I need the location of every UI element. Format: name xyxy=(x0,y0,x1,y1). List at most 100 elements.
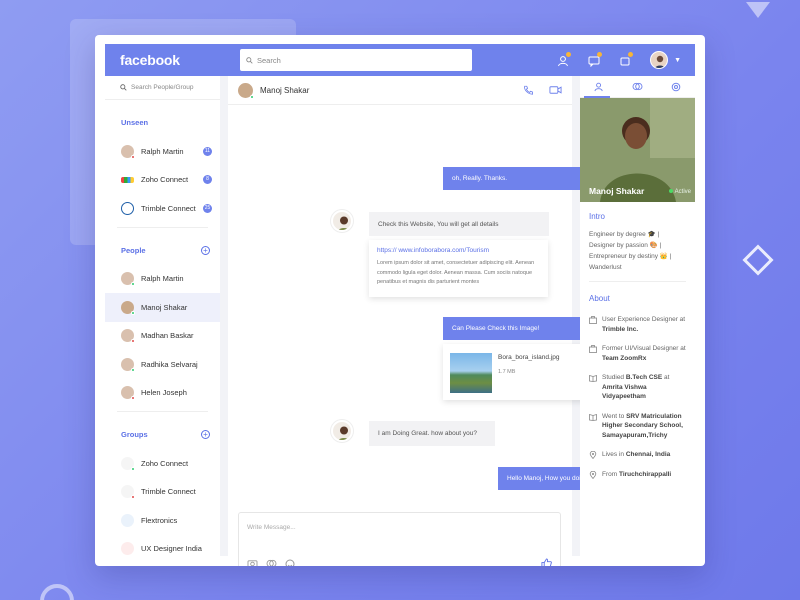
message-composer[interactable]: Write Message... xyxy=(238,512,561,566)
chat-tab-icon[interactable] xyxy=(632,82,643,91)
chat-panel: Manoj Shakar oh, Really. Thanks. Check t… xyxy=(228,76,657,566)
unseen-item-zoho-connect[interactable]: Zoho Connect 8 xyxy=(105,166,220,195)
chat-header: Manoj Shakar xyxy=(228,76,572,105)
image-thumbnail[interactable] xyxy=(450,353,492,393)
sidebar: Search People/Group Unseen Ralph Martin … xyxy=(105,76,220,556)
link-description: Lorem ipsum dolor sit amet, consectetuer… xyxy=(377,260,535,285)
chevron-down-icon[interactable]: ▼ xyxy=(674,57,681,64)
people-item-ralph-martin[interactable]: Ralph Martin xyxy=(105,265,220,294)
divider xyxy=(117,411,208,412)
sticker-icon[interactable] xyxy=(266,559,277,566)
settings-tab-icon[interactable] xyxy=(671,82,681,92)
unseen-title-text: Unseen xyxy=(121,118,149,127)
message-incoming: I am Doing Great. how about you? xyxy=(369,421,495,446)
messages-icon[interactable] xyxy=(588,52,603,68)
about-bold: Chennai, India xyxy=(625,451,671,458)
divider xyxy=(589,281,686,282)
message-incoming: Check this Website, You will get all det… xyxy=(369,212,549,236)
contact-name: Radhika Selvaraj xyxy=(141,359,198,369)
avatar xyxy=(121,300,135,315)
notifications-icon[interactable] xyxy=(619,52,634,66)
group-name: UX Designer India xyxy=(141,544,202,554)
location-pin-icon xyxy=(589,451,597,459)
decorative-diamond xyxy=(742,244,774,276)
unseen-item-ralph-martin[interactable]: Ralph Martin 11 xyxy=(105,137,220,166)
about-text: at xyxy=(662,374,670,381)
file-name: Bora_bora_island.jpg xyxy=(498,354,560,361)
phone-icon[interactable] xyxy=(523,85,533,95)
composer-placeholder: Write Message... xyxy=(247,524,296,531)
profile-photo[interactable]: Manoj Shakar Active xyxy=(580,98,695,202)
people-item-madhan-baskar[interactable]: Madhan Baskar xyxy=(105,322,220,351)
group-item-zoho-connect[interactable]: Zoho Connect xyxy=(105,449,220,478)
about-bold: B.Tech CSE xyxy=(625,374,663,381)
message-text: Hello Manoj, How you doing? xyxy=(507,475,592,482)
emoji-icon[interactable] xyxy=(285,559,295,566)
status-text: Active xyxy=(674,189,691,195)
profile-panel: Manoj Shakar Active Intro Engineer by de… xyxy=(580,76,695,556)
people-item-helen-joseph[interactable]: Helen Joseph xyxy=(105,379,220,408)
gutter xyxy=(220,76,228,556)
online-status: Active xyxy=(668,189,691,195)
profile-tab-icon[interactable] xyxy=(594,82,605,92)
video-icon[interactable] xyxy=(549,85,562,95)
friends-icon[interactable] xyxy=(557,52,572,67)
link-url[interactable]: https:// www.infoborabora.com/Tourism xyxy=(377,247,540,254)
group-item-trimble-connect[interactable]: Trimble Connect xyxy=(105,478,220,507)
like-icon[interactable] xyxy=(541,558,552,566)
about-bold: Amrita Vishwa Vidyapeetham xyxy=(602,383,647,401)
people-item-radhika-selvaraj[interactable]: Radhika Selvaraj xyxy=(105,350,220,379)
about-work: User Experience Designer at Trimble Inc. xyxy=(580,315,695,334)
about-text: Went to xyxy=(602,412,627,420)
unseen-item-trimble-connect[interactable]: Trimble Connect 25 xyxy=(105,194,220,223)
contact-name: Ralph Martin xyxy=(141,146,184,156)
group-item-ux-designer-india[interactable]: UX Designer India xyxy=(105,535,220,557)
about-bold: Tiruchchirappalli xyxy=(618,470,672,478)
about-text: User Experience Designer at xyxy=(602,316,686,323)
unread-badge: 25 xyxy=(203,203,212,213)
chat-contact-name: Manoj Shakar xyxy=(260,85,310,95)
search-icon xyxy=(120,84,127,91)
unread-badge: 11 xyxy=(203,146,212,156)
groups-title-text: Groups xyxy=(121,430,148,439)
about-text: Former UI/Visual Designer at xyxy=(602,345,686,352)
contact-name: Madhan Baskar xyxy=(141,331,194,341)
about-lives-in: Lives in Chennai, India xyxy=(580,450,695,460)
people-search-input[interactable]: Search People/Group xyxy=(105,76,220,100)
decorative-triangle xyxy=(746,2,770,18)
avatar xyxy=(121,144,135,159)
divider xyxy=(117,226,208,228)
group-item-flextronics[interactable]: Flextronics xyxy=(105,506,220,535)
top-bar: facebook Search ▼ xyxy=(105,44,695,76)
book-icon xyxy=(589,374,597,382)
camera-icon[interactable] xyxy=(247,559,258,566)
group-name: Zoho Connect xyxy=(141,458,189,468)
avatar xyxy=(121,357,135,372)
avatar xyxy=(121,329,135,344)
intro-text: Engineer by degree 🎓 | Designer by passi… xyxy=(589,231,672,271)
group-name: Flextronics xyxy=(141,515,178,525)
avatar xyxy=(121,272,135,287)
groups-title: Groups + xyxy=(121,430,220,439)
user-avatar[interactable] xyxy=(650,51,669,69)
contact-name: Zoho Connect xyxy=(141,175,189,185)
people-item-manoj-shakar[interactable]: Manoj Shakar xyxy=(105,293,220,322)
people-search-placeholder: Search People/Group xyxy=(131,84,194,91)
people-title-text: People xyxy=(121,245,146,255)
link-preview-card[interactable]: https:// www.infoborabora.com/Tourism Lo… xyxy=(369,240,548,297)
unseen-title: Unseen xyxy=(121,118,220,127)
contact-name: Helen Joseph xyxy=(141,388,187,398)
contact-avatar xyxy=(331,210,353,232)
trimble-logo xyxy=(121,201,134,215)
add-group-icon[interactable]: + xyxy=(201,430,210,439)
top-actions: ▼ xyxy=(557,51,681,69)
briefcase-icon xyxy=(589,345,597,353)
app-window: facebook Search ▼ Search People/Group Un… xyxy=(95,35,705,566)
flex-logo xyxy=(121,513,134,527)
add-person-icon[interactable]: + xyxy=(201,245,210,255)
contact-avatar[interactable] xyxy=(238,82,254,99)
search-input[interactable]: Search xyxy=(240,49,472,71)
file-size: 1.7 MB xyxy=(498,369,516,375)
contact-name: Ralph Martin xyxy=(141,274,184,284)
facebook-logo[interactable]: facebook xyxy=(120,52,240,68)
